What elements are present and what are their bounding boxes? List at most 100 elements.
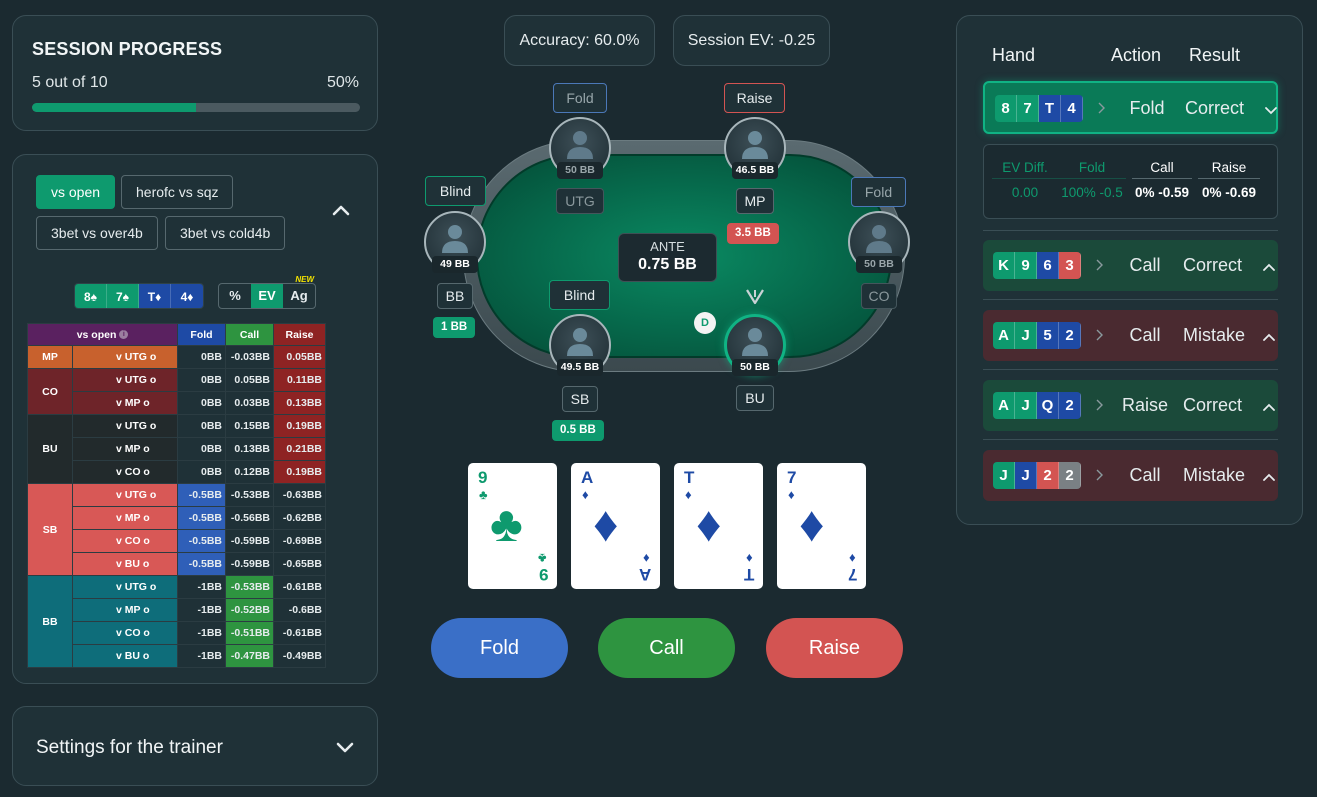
history-hand-chips: AJ52 xyxy=(993,322,1081,349)
range-ev-call: -0.56BB xyxy=(225,506,274,530)
hand-history-panel: Hand Action Result 8 7 T 4 Fold Correct K 9 6 3 Ca… xyxy=(956,15,1303,525)
range-ev-fold: -0.5BB xyxy=(177,529,226,553)
seat-name-bu: BU xyxy=(736,385,774,411)
history-result: Correct xyxy=(1185,98,1245,118)
call-button[interactable]: Call xyxy=(598,618,735,678)
display-mode-toggle: % EV Ag NEW xyxy=(218,275,316,309)
range-table-row: v MP o 0BB 0.03BB 0.13BB xyxy=(28,391,326,415)
range-ev-raise: -0.69BB xyxy=(273,529,326,553)
bu-stack: 50 BB xyxy=(732,359,778,376)
card-suit-icon: ♦ xyxy=(685,487,692,502)
range-table-header-spot: vs open i xyxy=(27,323,178,346)
range-ev-fold: -0.5BB xyxy=(177,483,226,507)
range-ev-call: 0.15BB xyxy=(225,414,274,438)
range-ev-raise: 0.19BB xyxy=(273,460,326,484)
range-ev-call: -0.52BB xyxy=(225,598,274,622)
history-row-mistake[interactable]: J J 2 2 Call Mistake xyxy=(983,450,1278,501)
history-action: Call xyxy=(1129,325,1161,345)
player-avatar-icon xyxy=(742,328,768,356)
range-ev-call: 0.13BB xyxy=(225,437,274,461)
history-card-chip: A xyxy=(993,392,1015,419)
progress-bar-fill xyxy=(32,103,196,112)
header-spot-label: vs open xyxy=(76,328,117,341)
card-suit-icon: ♦ xyxy=(643,551,650,566)
spot-button-herofc-vs-sqz[interactable]: herofc vs sqz xyxy=(121,175,234,209)
range-ev-fold: 0BB xyxy=(177,345,226,369)
history-row-mistake[interactable]: A J 5 2 Call Mistake xyxy=(983,310,1278,361)
chevron-up-icon[interactable] xyxy=(1262,330,1276,344)
range-ev-call: -0.51BB xyxy=(225,621,274,645)
history-card-chip: 2 xyxy=(1059,392,1081,419)
hero-card: A ♦ ♦ A ♦ xyxy=(571,463,660,589)
range-spot: v BU o xyxy=(72,552,178,576)
spot-button-vs-open[interactable]: vs open xyxy=(36,175,116,209)
range-spot: v MP o xyxy=(72,598,178,622)
chevron-down-icon[interactable] xyxy=(335,737,355,757)
range-position-sb: SB xyxy=(27,483,73,576)
spot-ranges-panel: vs open herofc vs sqz 3bet vs over4b 3be… xyxy=(12,154,378,684)
range-spot: v MP o xyxy=(72,437,178,461)
history-row-correct[interactable]: A J Q 2 Raise Correct xyxy=(983,380,1278,431)
history-card-chip: 4 xyxy=(1061,95,1083,122)
range-spot: v CO o xyxy=(72,460,178,484)
history-divider xyxy=(983,299,1278,300)
range-ev-call: -0.59BB xyxy=(225,552,274,576)
hand-chip: T♦ xyxy=(139,284,171,308)
card-suit-icon: ♦ xyxy=(696,496,722,552)
spot-button-3bet-vs-cold4b[interactable]: 3bet vs cold4b xyxy=(165,216,286,250)
chevron-right-icon xyxy=(1096,469,1103,481)
history-row-correct[interactable]: 8 7 T 4 Fold Correct xyxy=(983,81,1278,134)
raise-button[interactable]: Raise xyxy=(766,618,903,678)
range-ev-call: -0.59BB xyxy=(225,529,274,553)
fold-button[interactable]: Fold xyxy=(431,618,568,678)
detail-ev-diff: EV Diff. 0.00 xyxy=(992,160,1058,200)
range-ev-fold: -0.5BB xyxy=(177,506,226,530)
card-suit-icon: ♦ xyxy=(788,487,795,502)
utg-stack: 50 BB xyxy=(557,162,603,179)
history-card-chip: 3 xyxy=(1059,252,1081,279)
chevron-up-icon[interactable] xyxy=(1262,260,1276,274)
mode-ev[interactable]: EV xyxy=(251,284,283,308)
info-icon[interactable]: i xyxy=(119,330,129,340)
history-card-chip: 2 xyxy=(1059,322,1081,349)
spot-button-3bet-vs-over4b[interactable]: 3bet vs over4b xyxy=(36,216,158,250)
range-ev-call: -0.53BB xyxy=(225,483,274,507)
chevron-up-icon[interactable] xyxy=(1262,470,1276,484)
progress-count: 5 out of 10 xyxy=(32,74,108,91)
card-suit-icon: ♦ xyxy=(746,551,753,566)
detail-raise: Raise 0% -0.69 xyxy=(1198,160,1260,200)
session-progress-title: SESSION PROGRESS xyxy=(32,39,223,59)
settings-label: Settings for the trainer xyxy=(36,737,223,758)
range-ev-raise: 0.11BB xyxy=(273,368,326,392)
chevron-up-icon[interactable] xyxy=(1262,400,1276,414)
range-spot: v CO o xyxy=(72,621,178,645)
dealer-button: D xyxy=(694,312,716,334)
card-suit-icon: ♦ xyxy=(799,496,825,552)
mode-percent[interactable]: % xyxy=(219,284,251,308)
range-ev-raise: -0.61BB xyxy=(273,621,326,645)
range-position-mp: MP xyxy=(27,345,73,369)
chevron-down-icon[interactable] xyxy=(1264,103,1278,117)
history-hand-chips: JJ22 xyxy=(993,462,1081,489)
chevron-up-icon[interactable] xyxy=(331,200,351,220)
history-card-chip: J xyxy=(1015,392,1037,419)
trainer-settings-panel[interactable]: Settings for the trainer xyxy=(12,706,378,786)
range-spot: v MP o xyxy=(72,506,178,530)
mode-ag[interactable]: Ag NEW xyxy=(283,275,315,308)
range-table-row: BB v UTG o -1BB -0.53BB -0.61BB xyxy=(27,575,326,668)
range-ev-call: -0.03BB xyxy=(225,345,274,369)
history-row-correct[interactable]: K 9 6 3 Call Correct xyxy=(983,240,1278,291)
range-ev-fold: -0.5BB xyxy=(177,552,226,576)
card-rank: 9 xyxy=(538,565,548,584)
history-action: Call xyxy=(1129,255,1161,275)
bb-action-blind: Blind xyxy=(425,176,486,206)
history-header-hand: Hand xyxy=(992,45,1036,65)
history-card-chip: K xyxy=(993,252,1015,279)
history-result: Correct xyxy=(1183,395,1243,415)
hand-detail-expanded: EV Diff. 0.00 Fold 100% -0.5 Call 0% -0.… xyxy=(983,144,1278,219)
mp-stack: 46.5 BB xyxy=(732,162,778,179)
chevron-right-icon xyxy=(1096,259,1103,271)
seat-name-mp: MP xyxy=(736,188,774,214)
range-table-header-call: Call xyxy=(225,323,274,346)
range-ev-fold: 0BB xyxy=(177,368,226,392)
